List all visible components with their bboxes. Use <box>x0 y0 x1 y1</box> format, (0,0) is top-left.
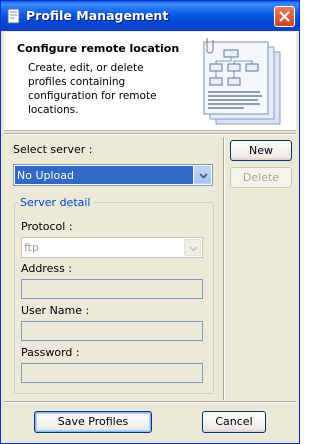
server-select-dropdown-button[interactable] <box>194 166 211 184</box>
username-label: User Name : <box>21 304 90 317</box>
address-label: Address : <box>21 262 73 275</box>
server-detail-title: Server detail <box>18 196 93 209</box>
header-description: Create, edit, or delete profiles contain… <box>28 62 157 116</box>
username-field[interactable] <box>21 321 203 341</box>
new-button[interactable]: New <box>230 140 292 161</box>
address-field[interactable] <box>21 279 203 299</box>
server-select[interactable]: No Upload <box>13 164 213 186</box>
header-title: Configure remote location <box>17 42 180 55</box>
close-button[interactable] <box>274 6 295 27</box>
window-title: Profile Management <box>26 8 169 23</box>
document-illustration-icon <box>203 38 281 125</box>
dialog-window: Profile Management Configure remote loca… <box>0 0 300 444</box>
protocol-dropdown-button[interactable] <box>184 239 201 256</box>
title-bar[interactable]: Profile Management <box>1 1 299 31</box>
delete-button[interactable]: Delete <box>230 167 292 188</box>
protocol-select-value: ftp <box>24 241 39 254</box>
protocol-select[interactable]: ftp <box>21 237 203 258</box>
save-profiles-button[interactable]: Save Profiles <box>34 411 152 433</box>
password-label: Password : <box>21 346 80 359</box>
cancel-button[interactable]: Cancel <box>202 411 266 433</box>
chevron-down-icon <box>189 246 198 252</box>
chevron-down-icon <box>199 173 208 179</box>
close-icon <box>279 11 290 22</box>
password-field[interactable] <box>21 363 203 383</box>
footer-separator <box>4 401 296 402</box>
select-server-label: Select server : <box>13 143 93 156</box>
app-icon <box>7 8 20 24</box>
header-separator <box>4 133 296 134</box>
server-select-value: No Upload <box>15 166 193 184</box>
vertical-separator <box>223 137 224 400</box>
header-banner: Configure remote location Create, edit, … <box>4 32 296 131</box>
protocol-label: Protocol : <box>21 220 73 233</box>
